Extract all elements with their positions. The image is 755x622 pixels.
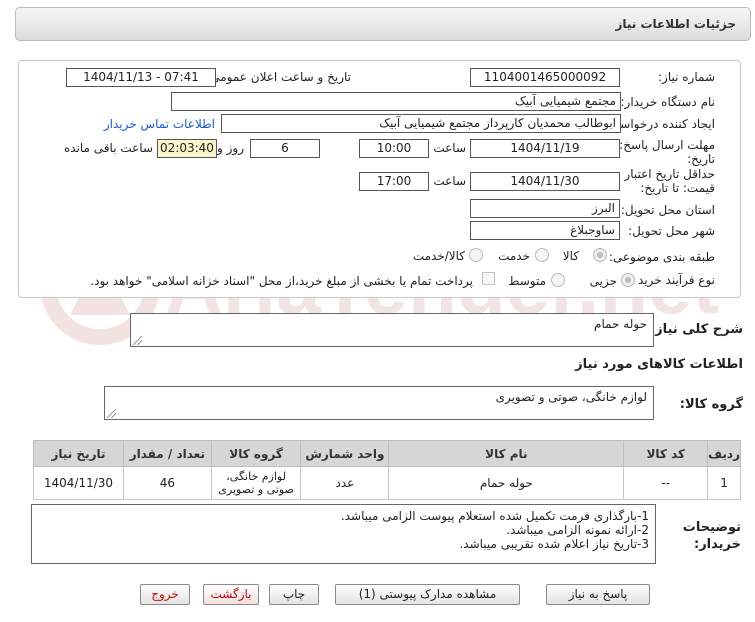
- table-header-row: ردیف کد کالا نام کالا واحد شمارش گروه کا…: [33, 440, 741, 467]
- need-number-field: 1104001465000092: [470, 68, 620, 87]
- notes-label: توضیحات خریدار:: [682, 520, 741, 552]
- price-validity-date: 1404/11/30: [470, 172, 620, 191]
- goods-section-title: اطلاعات کالاهای مورد نیاز: [575, 357, 743, 372]
- province-field: البرز: [470, 199, 620, 218]
- announce-datetime-label: تاریخ و ساعت اعلان عمومی:: [206, 70, 351, 84]
- col-header-name: نام کالا: [388, 440, 625, 467]
- process-radio-partial[interactable]: [621, 273, 635, 287]
- need-number-label: شماره نیاز:: [658, 70, 715, 84]
- category-radio-service[interactable]: [535, 248, 549, 262]
- city-field: ساوجبلاغ: [470, 221, 620, 240]
- category-radio-both[interactable]: [469, 248, 483, 262]
- reply-deadline-time: 10:00: [359, 139, 429, 158]
- summary-text: حوله حمام: [594, 317, 647, 331]
- notes-line-2: 2-ارائه نمونه الزامی میباشد.: [506, 523, 649, 537]
- process-type-label: نوع فرآیند خرید :: [630, 273, 715, 287]
- price-validity-time: 17:00: [359, 172, 429, 191]
- summary-textarea[interactable]: حوله حمام: [130, 313, 654, 347]
- category-label: طبقه بندی موضوعی:: [608, 250, 715, 264]
- remaining-time-field: 02:03:40: [157, 139, 217, 158]
- buyer-org-field: مجتمع شیمیایی آبیک: [171, 92, 621, 111]
- col-header-unit: واحد شمارش: [300, 440, 390, 467]
- price-validity-time-label: ساعت: [433, 174, 466, 188]
- reply-button[interactable]: پاسخ به نیاز: [546, 584, 650, 605]
- price-validity-label: حداقل تاریخ اعتبار قیمت: تا تاریخ:: [624, 167, 715, 195]
- print-button[interactable]: چاپ: [269, 584, 319, 605]
- cell-qty: 46: [122, 466, 212, 500]
- category-option-goods: کالا: [562, 249, 579, 263]
- announce-datetime-field: 1404/11/13 - 07:41: [66, 68, 216, 87]
- table-row[interactable]: 1 -- حوله حمام عدد لوازم خانگی، صوتی و ت…: [33, 466, 741, 500]
- notes-textarea[interactable]: 1-بارگذاری فرمت تکمیل شده استعلام پیوست …: [31, 504, 656, 564]
- items-table: ردیف کد کالا نام کالا واحد شمارش گروه کا…: [33, 440, 741, 500]
- col-header-qty: تعداد / مقدار: [122, 440, 212, 467]
- back-button[interactable]: بازگشت: [203, 584, 259, 605]
- summary-label: شرح کلی نیاز:: [649, 322, 743, 337]
- cell-date: 1404/11/30: [33, 466, 124, 500]
- notes-line-3: 3-تاریخ نیاز اعلام شده تقریبی میباشد.: [459, 537, 649, 551]
- cell-code: --: [623, 466, 709, 500]
- col-header-code: کد کالا: [623, 440, 709, 467]
- reply-deadline-date: 1404/11/19: [470, 139, 620, 158]
- resize-grip-icon[interactable]: [107, 409, 116, 418]
- goods-group-text: لوازم خانگی، صوتی و تصویری: [495, 390, 647, 404]
- category-option-service: خدمت: [498, 249, 530, 263]
- city-label: شهر محل تحویل:: [628, 224, 715, 238]
- treasury-checkbox[interactable]: [482, 272, 495, 285]
- title-bar: جزئیات اطلاعات نیاز: [15, 7, 751, 41]
- cell-unit: عدد: [300, 466, 390, 500]
- category-option-both: کالا/خدمت: [412, 249, 465, 263]
- exit-button[interactable]: خروج: [140, 584, 190, 605]
- buyer-contact-link[interactable]: اطلاعات تماس خریدار: [104, 117, 215, 131]
- treasury-payment-text: پرداخت تمام یا بخشی از مبلغ خرید،از محل …: [90, 274, 473, 288]
- resize-grip-icon[interactable]: [133, 336, 142, 345]
- buyer-org-label: نام دستگاه خریدار:: [620, 95, 716, 109]
- requester-label: ایجاد کننده درخواست:: [604, 117, 715, 131]
- page-title: جزئیات اطلاعات نیاز: [615, 17, 736, 31]
- reply-deadline-label: مهلت ارسال پاسخ: تا تاریخ:: [608, 138, 715, 166]
- cell-group: لوازم خانگی، صوتی و تصویری: [210, 466, 302, 500]
- col-header-date: تاریخ نیاز: [33, 440, 124, 467]
- reply-time-label: ساعت: [433, 141, 466, 155]
- category-radio-goods[interactable]: [593, 248, 607, 262]
- process-option-medium: متوسط: [508, 274, 546, 288]
- goods-group-label: گروه کالا:: [679, 397, 743, 412]
- province-label: استان محل تحویل:: [620, 203, 715, 217]
- attachments-button[interactable]: مشاهده مدارک پیوستی (1): [335, 584, 520, 605]
- goods-group-textarea[interactable]: لوازم خانگی، صوتی و تصویری: [104, 386, 654, 420]
- col-header-row-no: ردیف: [707, 440, 741, 467]
- remaining-time-label: ساعت باقی مانده: [63, 141, 153, 155]
- process-radio-medium[interactable]: [551, 273, 565, 287]
- notes-line-1: 1-بارگذاری فرمت تکمیل شده استعلام پیوست …: [340, 509, 649, 523]
- process-option-partial: جزیی: [589, 274, 617, 288]
- requester-field: ابوطالب محمدیان کارپرداز مجتمع شیمیایی آ…: [221, 114, 621, 133]
- reply-days-label: روز و: [217, 141, 244, 155]
- cell-name: حوله حمام: [388, 466, 625, 500]
- cell-row-no: 1: [707, 466, 741, 500]
- reply-days-field: 6: [250, 139, 320, 158]
- col-header-group: گروه کالا: [210, 440, 302, 467]
